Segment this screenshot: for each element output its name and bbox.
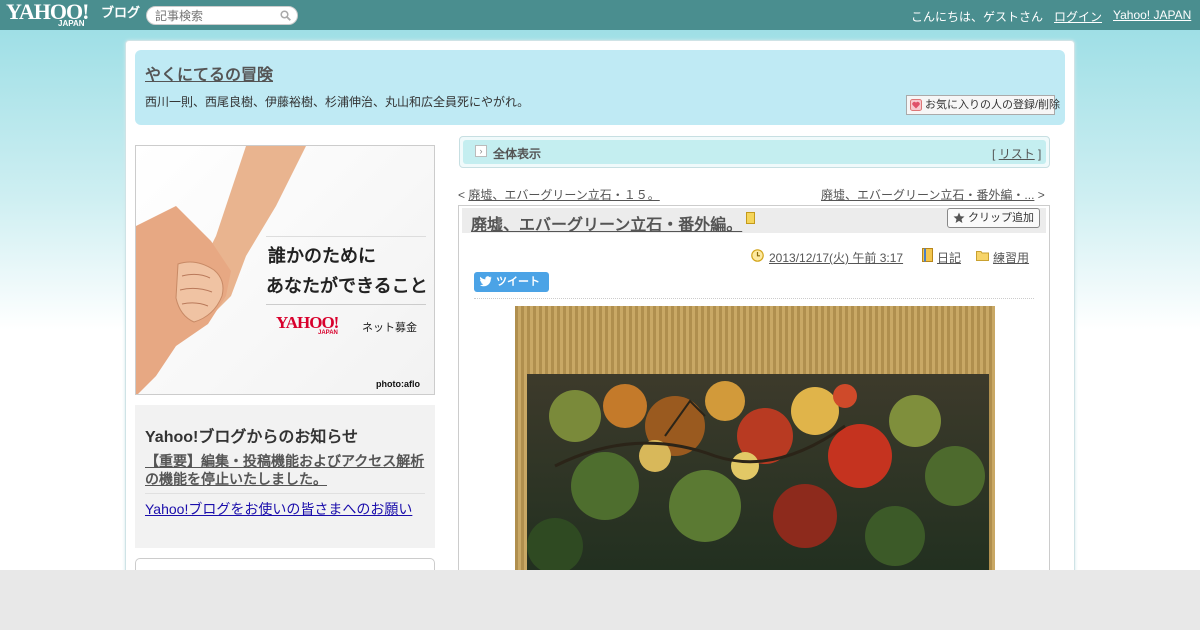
article-photo[interactable] [515,306,995,570]
view-bar-inner [463,140,1046,164]
clip-add-button[interactable]: クリップ追加 [947,208,1040,228]
ad-photo-credit: photo:aflo [376,379,420,389]
next-article-link[interactable]: 廃墟、エバーグリーン立石・番外編・... > [821,186,1045,203]
ad-yahoo-logo-sub: JAPAN [318,330,338,336]
tweet-label: ツイート [496,276,540,288]
clip-button-label: クリップ追加 [968,212,1034,224]
autumn-foliage-photo [515,306,995,570]
next-mark: > [1037,188,1045,202]
ad-headline-2: あなたができること [266,276,428,296]
greeting-text: こんにちは、ゲストさん [911,10,1044,24]
hands-image [136,146,306,394]
logo-sub: JAPAN [58,19,85,28]
twitter-bird-icon [480,276,492,287]
star-icon [953,212,965,223]
diary-badge-icon [746,212,755,224]
notice-link-request[interactable]: Yahoo!ブログをお使いの皆さまへのお願い [145,499,412,519]
blog-logo-text[interactable]: ブログ [101,5,140,20]
ad-headline-1: 誰かのために [268,246,376,266]
view-all-label: 全体表示 [493,147,542,161]
next-article-title[interactable]: 廃墟、エバーグリーン立石・番外編・... [821,188,1034,202]
book-icon [922,248,933,262]
footer-band [0,570,1200,630]
dotted-divider [474,298,1034,299]
notice-link-important[interactable]: 【重要】編集・投稿機能およびアクセス解析の機能を停止いたしました。 [145,452,430,488]
category-diary-link[interactable]: 日記 [937,249,961,266]
heart-icon [910,99,922,111]
folder-icon [976,251,989,261]
notice-title: Yahoo!ブログからのお知らせ [145,429,359,446]
blog-description: 西川一則、西尾良樹、伊藤裕樹、杉浦伸治、丸山和広全員死にやがれ。 [145,95,530,109]
article-title[interactable]: 廃墟、エバーグリーン立石・番外編。 [471,211,742,235]
ad-bokin-text: ネット募金 [362,322,417,334]
yahoo-japan-logo[interactable]: YAHOO! JAPAN [6,1,102,29]
favorite-button-label: お気に入りの人の登録/削除 [925,99,1061,111]
chevron-right-icon: › [475,145,487,157]
ad-yahoo-logo: YAHOO! [276,313,339,332]
prev-article-link[interactable]: < 廃墟、エバーグリーン立石・１５。 [458,186,660,203]
list-link-wrapper: [ リスト ] [992,145,1041,162]
list-link[interactable]: リスト [999,147,1035,161]
prev-mark: < [458,188,466,202]
yahoo-japan-link[interactable]: Yahoo! JAPAN [1113,8,1191,22]
clock-icon [751,249,764,262]
tweet-button[interactable]: ツイート [474,272,549,292]
prev-article-title[interactable]: 廃墟、エバーグリーン立石・１５。 [468,188,659,202]
list-bracket-close: ] [1038,147,1042,161]
search-box[interactable] [146,6,298,25]
search-icon[interactable] [280,10,291,21]
favorite-register-button[interactable]: お気に入りの人の登録/削除 [906,95,1060,115]
article-date[interactable]: 2013/12/17(火) 午前 3:17 [769,249,903,266]
blog-title[interactable]: やくにてるの冒険 [145,61,273,85]
list-bracket-open: [ [992,147,996,161]
ad-banner[interactable]: 誰かのために あなたができること YAHOO! JAPAN ネット募金 phot… [135,145,435,395]
ad-divider [266,304,426,305]
notice-divider [145,493,425,494]
category-practice-link[interactable]: 練習用 [993,249,1029,266]
ad-divider-top [266,236,426,237]
search-input[interactable] [155,8,275,23]
login-link[interactable]: ログイン [1054,8,1102,25]
